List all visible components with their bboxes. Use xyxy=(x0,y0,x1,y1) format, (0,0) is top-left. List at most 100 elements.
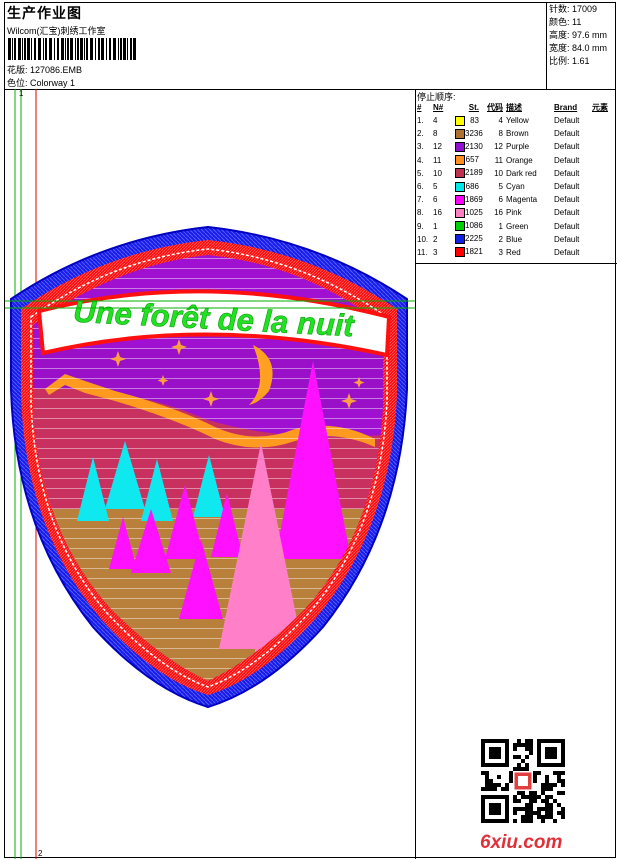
table-row: 1. 4 83 4 Yellow Default xyxy=(417,114,612,127)
row-element xyxy=(592,127,612,140)
color-swatch xyxy=(455,168,465,179)
color-swatch xyxy=(455,155,465,166)
row-stitches: 3236 xyxy=(455,127,483,140)
row-index: 5. xyxy=(417,168,424,178)
color-swatch xyxy=(455,234,465,245)
header-stitches: St. xyxy=(468,103,479,112)
row-brand: Default xyxy=(554,142,580,152)
row-description: Yellow xyxy=(506,116,529,126)
row-index: 6. xyxy=(417,182,424,192)
row-description: Blue xyxy=(506,234,523,244)
row-stitches: 2130 xyxy=(455,140,483,153)
qr-code-icon xyxy=(481,739,565,823)
row-brand: Default xyxy=(554,155,580,165)
row-element xyxy=(592,246,612,259)
row-element xyxy=(592,220,612,233)
row-needle: 2 xyxy=(433,234,438,244)
color-swatch xyxy=(455,194,465,205)
row-brand: Default xyxy=(554,116,580,126)
row-needle: 12 xyxy=(433,142,442,152)
row-brand: Default xyxy=(554,234,580,244)
header-code: 代码 xyxy=(487,103,503,112)
row-stitches: 686 xyxy=(455,180,479,193)
row-stitches: 1821 xyxy=(455,246,483,259)
table-row: 5. 10 2189 10 Dark red Default xyxy=(417,167,612,180)
table-row: 11. 3 1821 3 Red Default xyxy=(417,246,612,259)
row-element xyxy=(592,180,612,193)
color-swatch xyxy=(455,141,465,152)
table-row: 6. 5 686 5 Cyan Default xyxy=(417,180,612,193)
row-index: 10. xyxy=(417,234,429,244)
row-description: Pink xyxy=(506,208,522,218)
row-needle: 8 xyxy=(433,129,438,139)
design-preview: 1 2 Une forêt de la nuit xyxy=(5,89,416,859)
table-header-row: # N# St. 代码 描述 Brand 元素 xyxy=(417,101,612,114)
row-brand: Default xyxy=(554,182,580,192)
stats-panel: 针数: 17009 颜色: 11 高度: 97.6 mm 宽度: 84.0 mm… xyxy=(546,3,618,89)
row-stitches: 657 xyxy=(455,154,479,167)
row-description: Green xyxy=(506,221,529,231)
row-needle: 5 xyxy=(433,182,438,192)
row-index: 4. xyxy=(417,155,424,165)
row-code: 11 xyxy=(494,155,503,165)
header-index: # xyxy=(417,103,422,112)
row-needle: 3 xyxy=(433,247,438,257)
row-index: 2. xyxy=(417,129,424,139)
colorway-label: 色位: Colorway 1 xyxy=(7,78,76,88)
row-code: 5 xyxy=(498,182,503,192)
row-element xyxy=(592,114,612,127)
row-index: 8. xyxy=(417,208,424,218)
header-needle: N# xyxy=(433,103,444,112)
table-row: 3. 12 2130 12 Purple Default xyxy=(417,140,612,153)
row-element xyxy=(592,154,612,167)
row-description: Orange xyxy=(506,155,533,165)
color-swatch xyxy=(455,128,465,139)
production-sheet: 生产作业图 Wilcom(汇宝)刺绣工作室 花版: 127086.EMB 色位:… xyxy=(4,2,617,859)
design-scale: 比例: 1.61 xyxy=(549,56,590,66)
ruler-label-bottom: 2 xyxy=(38,849,43,858)
row-description: Red xyxy=(506,247,521,257)
color-swatch xyxy=(455,247,465,258)
row-element xyxy=(592,167,612,180)
sheet-header: 生产作业图 Wilcom(汇宝)刺绣工作室 花版: 127086.EMB 色位:… xyxy=(5,3,615,90)
row-needle: 16 xyxy=(433,208,442,218)
watermark-logo: 6xiu.com xyxy=(480,832,563,853)
stitch-count: 针数: 17009 xyxy=(549,4,598,14)
row-element xyxy=(592,206,612,219)
row-stitches: 1869 xyxy=(455,193,483,206)
row-needle: 10 xyxy=(433,168,442,178)
stop-sequence-panel: 停止顺序: # N# St. 代码 描述 Brand 元素 1. 4 83 4 Yell… xyxy=(415,89,617,264)
row-stitches: 2225 xyxy=(455,233,483,246)
sheet-subtitle: Wilcom(汇宝)刺绣工作室 xyxy=(7,26,106,36)
table-row: 9. 1 1086 1 Green Default xyxy=(417,220,612,233)
row-stitches: 2189 xyxy=(455,167,483,180)
row-code: 4 xyxy=(498,116,503,126)
row-description: Brown xyxy=(506,129,529,139)
header-element: 元素 xyxy=(592,103,608,112)
table-row: 4. 11 657 11 Orange Default xyxy=(417,154,612,167)
table-row: 8. 16 1025 16 Pink Default xyxy=(417,206,612,219)
row-description: Purple xyxy=(506,142,530,152)
color-swatch xyxy=(455,115,465,126)
row-brand: Default xyxy=(554,221,580,231)
row-element xyxy=(592,233,612,246)
row-brand: Default xyxy=(554,195,580,205)
table-row: 7. 6 1869 6 Magenta Default xyxy=(417,193,612,206)
embroidery-patch: Une forêt de la nuit xyxy=(5,89,415,859)
design-file-label: 花版: 127086.EMB xyxy=(7,65,83,75)
row-index: 3. xyxy=(417,142,424,152)
row-needle: 11 xyxy=(433,155,442,165)
sheet-title: 生产作业图 xyxy=(7,5,82,21)
row-brand: Default xyxy=(554,168,580,178)
table-row: 2. 8 3236 8 Brown Default xyxy=(417,127,612,140)
color-swatch xyxy=(455,207,465,218)
row-element xyxy=(592,140,612,153)
row-brand: Default xyxy=(554,247,580,257)
stop-sequence-table: # N# St. 代码 描述 Brand 元素 1. 4 83 4 Yellow Defa… xyxy=(417,101,612,259)
row-description: Dark red xyxy=(506,168,537,178)
row-stitches: 1086 xyxy=(455,220,483,233)
barcode-icon xyxy=(8,38,136,60)
row-needle: 6 xyxy=(433,195,438,205)
row-brand: Default xyxy=(554,129,580,139)
row-needle: 4 xyxy=(433,116,438,126)
